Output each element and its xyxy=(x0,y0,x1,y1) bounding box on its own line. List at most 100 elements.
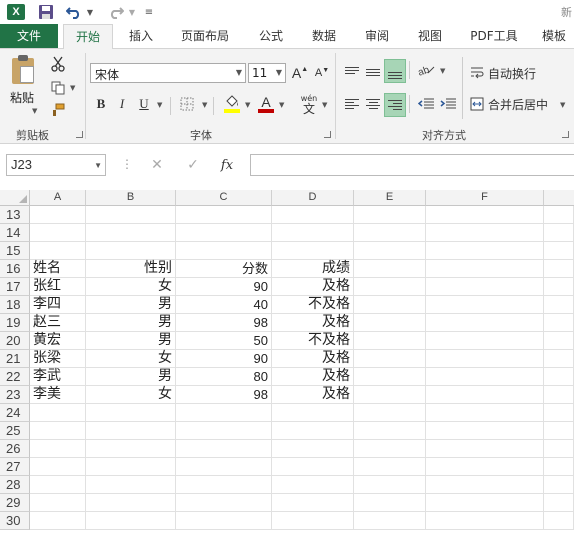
font-size-select[interactable]: 11 ▼ xyxy=(248,63,286,83)
empty-cell[interactable] xyxy=(30,206,86,224)
table-cell[interactable]: 女 xyxy=(86,386,176,404)
phonetic-guide-button[interactable]: wén 文 xyxy=(298,93,320,117)
grow-font-button[interactable]: A ▲ xyxy=(291,63,309,83)
empty-cell[interactable] xyxy=(86,458,176,476)
font-color-button[interactable]: A xyxy=(256,93,276,115)
table-cell[interactable]: 90 xyxy=(176,278,272,296)
undo-icon[interactable] xyxy=(64,2,84,22)
empty-cell[interactable] xyxy=(176,422,272,440)
empty-cell[interactable] xyxy=(544,458,574,476)
column-header-f[interactable]: F xyxy=(426,190,544,206)
table-header-cell[interactable]: 成绩 xyxy=(272,260,354,278)
table-cell[interactable]: 及格 xyxy=(272,386,354,404)
empty-cell[interactable] xyxy=(354,296,426,314)
copy-icon[interactable] xyxy=(48,79,68,97)
empty-cell[interactable] xyxy=(272,440,354,458)
empty-cell[interactable] xyxy=(30,476,86,494)
row-header[interactable]: 27 xyxy=(0,458,30,476)
font-name-select[interactable]: 宋体 ▼ xyxy=(90,63,246,83)
empty-cell[interactable] xyxy=(354,332,426,350)
empty-cell[interactable] xyxy=(426,260,544,278)
select-all-button[interactable] xyxy=(0,190,30,206)
increase-indent-icon[interactable] xyxy=(438,93,458,115)
empty-cell[interactable] xyxy=(30,494,86,512)
empty-cell[interactable] xyxy=(426,368,544,386)
decrease-indent-icon[interactable] xyxy=(416,93,436,115)
bold-button[interactable]: B xyxy=(93,95,109,113)
empty-cell[interactable] xyxy=(272,458,354,476)
table-cell[interactable]: 黄宏 xyxy=(30,332,86,350)
row-header[interactable]: 21 xyxy=(0,350,30,368)
row-header[interactable]: 20 xyxy=(0,332,30,350)
empty-cell[interactable] xyxy=(426,440,544,458)
row-header[interactable]: 13 xyxy=(0,206,30,224)
orientation-dropdown-icon[interactable]: ▼ xyxy=(440,67,445,75)
tab-templates[interactable]: 模板 xyxy=(534,24,574,48)
row-header[interactable]: 19 xyxy=(0,314,30,332)
table-cell[interactable]: 及格 xyxy=(272,278,354,296)
empty-cell[interactable] xyxy=(544,332,574,350)
table-cell[interactable]: 李四 xyxy=(30,296,86,314)
empty-cell[interactable] xyxy=(426,458,544,476)
empty-cell[interactable] xyxy=(86,422,176,440)
tab-data[interactable]: 数据 xyxy=(301,24,347,48)
column-header-partial[interactable] xyxy=(544,190,574,206)
empty-cell[interactable] xyxy=(176,224,272,242)
insert-function-icon[interactable]: fx xyxy=(216,154,238,176)
row-header[interactable]: 22 xyxy=(0,368,30,386)
table-header-cell[interactable]: 分数 xyxy=(176,260,272,278)
tab-insert[interactable]: 插入 xyxy=(118,24,164,48)
table-cell[interactable]: 男 xyxy=(86,368,176,386)
border-dropdown-icon[interactable]: ▼ xyxy=(202,101,207,109)
empty-cell[interactable] xyxy=(544,260,574,278)
column-header-e[interactable]: E xyxy=(354,190,426,206)
name-box[interactable]: J23 ▼ xyxy=(6,154,106,176)
empty-cell[interactable] xyxy=(426,314,544,332)
merge-center-button[interactable]: 合并后居中 xyxy=(470,93,566,115)
empty-cell[interactable] xyxy=(354,206,426,224)
empty-cell[interactable] xyxy=(426,278,544,296)
empty-cell[interactable] xyxy=(426,494,544,512)
empty-cell[interactable] xyxy=(544,512,574,530)
table-cell[interactable]: 张梁 xyxy=(30,350,86,368)
table-cell[interactable]: 李武 xyxy=(30,368,86,386)
tab-review[interactable]: 审阅 xyxy=(354,24,400,48)
empty-cell[interactable] xyxy=(426,350,544,368)
alignment-launcher-icon[interactable] xyxy=(562,131,569,138)
empty-cell[interactable] xyxy=(86,476,176,494)
empty-cell[interactable] xyxy=(544,278,574,296)
empty-cell[interactable] xyxy=(86,242,176,260)
align-top-icon[interactable] xyxy=(342,59,362,81)
enter-icon[interactable]: ✓ xyxy=(182,154,204,176)
empty-cell[interactable] xyxy=(354,242,426,260)
empty-cell[interactable] xyxy=(354,440,426,458)
table-header-cell[interactable]: 性别 xyxy=(86,260,176,278)
merge-dropdown-icon[interactable]: ▼ xyxy=(560,101,565,109)
empty-cell[interactable] xyxy=(272,404,354,422)
empty-cell[interactable] xyxy=(86,224,176,242)
tab-pdf-tools[interactable]: PDF工具 xyxy=(462,24,526,48)
copy-dropdown-icon[interactable]: ▼ xyxy=(70,84,75,92)
cut-icon[interactable] xyxy=(48,55,68,73)
table-cell[interactable]: 98 xyxy=(176,314,272,332)
empty-cell[interactable] xyxy=(426,422,544,440)
align-left-icon[interactable] xyxy=(342,93,362,115)
empty-cell[interactable] xyxy=(426,206,544,224)
table-cell[interactable]: 李美 xyxy=(30,386,86,404)
shrink-font-button[interactable]: A ▼ xyxy=(313,63,331,83)
tab-page-layout[interactable]: 页面布局 xyxy=(170,24,240,48)
empty-cell[interactable] xyxy=(544,440,574,458)
border-icon[interactable] xyxy=(178,95,196,113)
empty-cell[interactable] xyxy=(176,440,272,458)
empty-cell[interactable] xyxy=(272,242,354,260)
empty-cell[interactable] xyxy=(272,422,354,440)
align-middle-icon[interactable] xyxy=(363,59,383,81)
underline-dropdown-icon[interactable]: ▼ xyxy=(157,101,162,109)
paste-label[interactable]: 粘贴 xyxy=(10,89,34,106)
row-header[interactable]: 29 xyxy=(0,494,30,512)
fill-color-dropdown-icon[interactable]: ▼ xyxy=(245,101,250,109)
empty-cell[interactable] xyxy=(354,458,426,476)
empty-cell[interactable] xyxy=(176,494,272,512)
empty-cell[interactable] xyxy=(30,458,86,476)
empty-cell[interactable] xyxy=(176,512,272,530)
